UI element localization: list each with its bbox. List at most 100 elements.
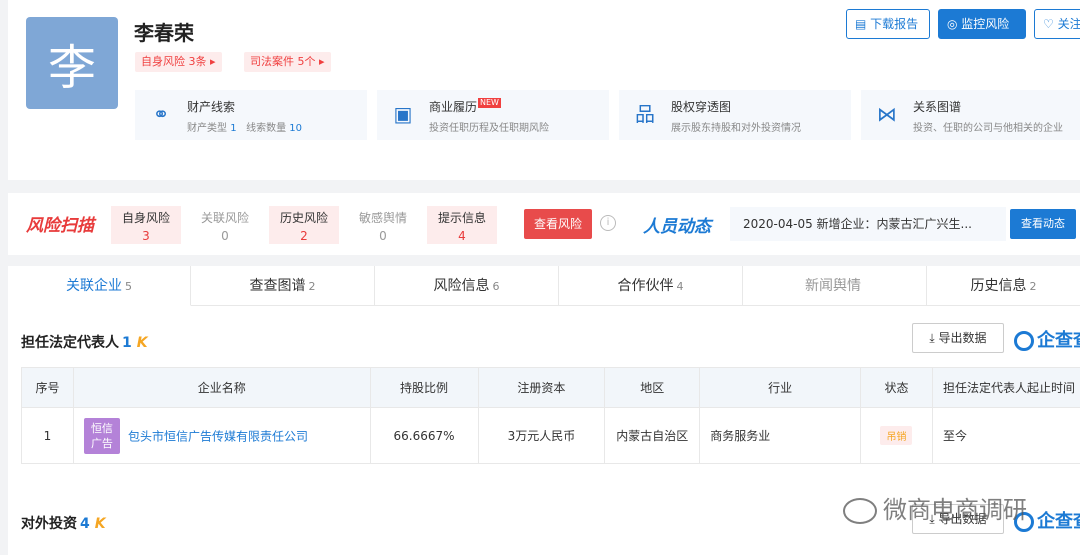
feature-desc: 财产类型 1 线索数量 10 [187,119,302,134]
feature-title: 关系图谱 [913,100,962,114]
wechat-watermark: 微商电商调研 [843,490,1027,525]
person-name: 李春荣 [134,21,194,45]
tab-related-companies[interactable]: 关联企业 5 [8,266,191,306]
col-header: 注册资本 [477,367,606,408]
tab-count: 2 [308,280,316,293]
feature-desc: 展示股东持股和对外投资情况 [671,123,801,134]
section-legal-rep-title: 担任法定代表人 1 K [21,332,148,352]
cell-company: 恒信 广告 包头市恒信广告传媒有限责任公司 [72,407,371,464]
tab-risk-info[interactable]: 风险信息 6 [375,266,559,306]
risk-cell-history[interactable]: 历史风险 2 [269,206,339,244]
cell-industry: 商务服务业 [699,407,862,464]
feature-title: 股权穿透图 [671,100,732,114]
legal-rep-table: 序号 企业名称 持股比例 注册资本 地区 行业 状态 担任法定代表人起止时间 1… [21,367,1080,464]
person-dynamics-logo: 人员动态 [643,217,711,237]
download-report-label: 下载报告 [870,17,919,31]
risk-cell-sensitive[interactable]: 敏感舆情 0 [348,206,418,244]
share-icon: ⋈ [877,102,897,126]
tab-label: 关联企业 [66,278,122,294]
link-icon: ⚭ [152,102,170,126]
cell-index: 1 [21,407,74,464]
info-icon[interactable]: i [600,215,616,231]
vip-mark-icon: K [136,335,148,351]
feature-desc-value: 1 [230,123,237,134]
feature-desc: 投资、任职的公司与他相关的企业 [913,123,1063,134]
avatar: 李 [26,17,118,109]
document-icon: ▤ [855,17,871,31]
tab-label: 风险信息 [433,278,490,294]
qcc-circle-icon [1014,331,1034,351]
risk-cell-label: 关联风险 [200,211,249,225]
tab-count: 4 [676,280,684,293]
vip-mark-icon: K [94,516,106,532]
feature-desc: 投资任职历程及任职期风险 [429,123,549,134]
feature-title-text: 商业履历 [429,100,478,114]
feature-desc-label: 财产类型 [187,123,227,134]
tab-graph[interactable]: 查查图谱 2 [191,266,375,306]
self-risk-tag[interactable]: 自身风险 3条 ▸ [135,52,222,72]
tab-label: 查查图谱 [249,278,306,294]
dynamics-text: 2020-04-05 新增企业：内蒙古汇广兴生... [730,207,1006,241]
risk-cell-value: 3 [142,229,150,243]
risk-cell-value: 4 [458,229,466,243]
section-investment-title: 对外投资 4 K [21,513,106,533]
export-label: 导出数据 [938,331,987,345]
follow-button[interactable]: ♡ 关注 [1034,9,1080,39]
tab-history[interactable]: 历史信息 2 [927,266,1080,306]
risk-cell-label: 历史风险 [279,211,328,225]
bell-icon: ◎ [947,17,962,31]
section-title-text: 担任法定代表人 [21,335,119,351]
download-report-button[interactable]: ▤ 下载报告 [846,9,930,39]
tab-count: 6 [492,280,500,293]
cell-region: 内蒙古自治区 [604,407,701,464]
company-logo: 恒信 广告 [83,417,120,454]
cell-status: 吊销 [860,407,933,464]
risk-cell-related[interactable]: 关联风险 0 [190,206,260,244]
table-header-row: 序号 企业名称 持股比例 注册资本 地区 行业 状态 担任法定代表人起止时间 [21,367,1080,408]
monitor-risk-button[interactable]: ◎ 监控风险 [938,9,1026,39]
tab-news[interactable]: 新闻舆情 [743,266,927,306]
risk-cell-tips[interactable]: 提示信息 4 [427,206,497,244]
section-title-text: 对外投资 [21,516,77,532]
heart-icon: ♡ [1043,17,1058,31]
risk-scan-logo: 风险扫描 [26,216,94,236]
feature-business-history[interactable]: ▣ 商业履历 NEW 投资任职历程及任职期风险 [377,90,609,140]
cell-capital: 3万元人民币 [477,407,606,464]
tab-label: 历史信息 [970,278,1027,294]
view-dynamics-button[interactable]: 查看动态 [1010,209,1076,239]
company-link[interactable]: 包头市恒信广告传媒有限责任公司 [128,429,308,443]
tab-partners[interactable]: 合作伙伴 4 [559,266,743,306]
status-badge: 吊销 [880,426,913,445]
cell-ratio: 66.6667% [369,407,479,464]
export-data-button[interactable]: ⤓ 导出数据 [912,323,1004,353]
follow-label: 关注 [1057,17,1080,31]
risk-cell-value: 0 [379,229,387,243]
feature-desc-value: 10 [289,123,303,134]
col-header: 序号 [21,367,74,408]
brand-text: 企查查 [1037,330,1080,351]
brand-text: 企查查 [1037,511,1080,532]
col-header: 担任法定代表人起止时间 [931,367,1080,408]
col-header: 持股比例 [369,367,479,408]
col-header: 企业名称 [72,367,371,408]
org-chart-icon: 品 [635,102,655,126]
tab-label: 新闻舆情 [805,278,861,294]
feature-relation-graph[interactable]: ⋈ 关系图谱 投资、任职的公司与他相关的企业 [861,90,1080,140]
risk-cell-label: 提示信息 [437,211,486,225]
logo-text: 恒信 [90,421,113,435]
section-count: 1 [122,335,132,351]
qichacha-logo: 企查查 [1014,326,1080,352]
logo-text: 广告 [90,436,113,450]
feature-desc-label: 线索数量 [246,123,287,134]
risk-cell-self[interactable]: 自身风险 3 [111,206,181,244]
view-risk-button[interactable]: 查看风险 [524,209,592,239]
feature-equity-chart[interactable]: 品 股权穿透图 展示股东持股和对外投资情况 [619,90,851,140]
tab-label: 合作伙伴 [617,278,674,294]
briefcase-icon: ▣ [393,102,413,126]
col-header: 地区 [604,367,701,408]
judicial-case-tag[interactable]: 司法案件 5个 ▸ [244,52,331,72]
monitor-risk-label: 监控风险 [961,17,1010,31]
cell-period: 至今 [931,407,1080,464]
feature-property-clues[interactable]: ⚭ 财产线索 财产类型 1 线索数量 10 [135,90,367,140]
table-row[interactable]: 1 恒信 广告 包头市恒信广告传媒有限责任公司 66.6667% 3万元人民币 内蒙… [21,407,1080,464]
